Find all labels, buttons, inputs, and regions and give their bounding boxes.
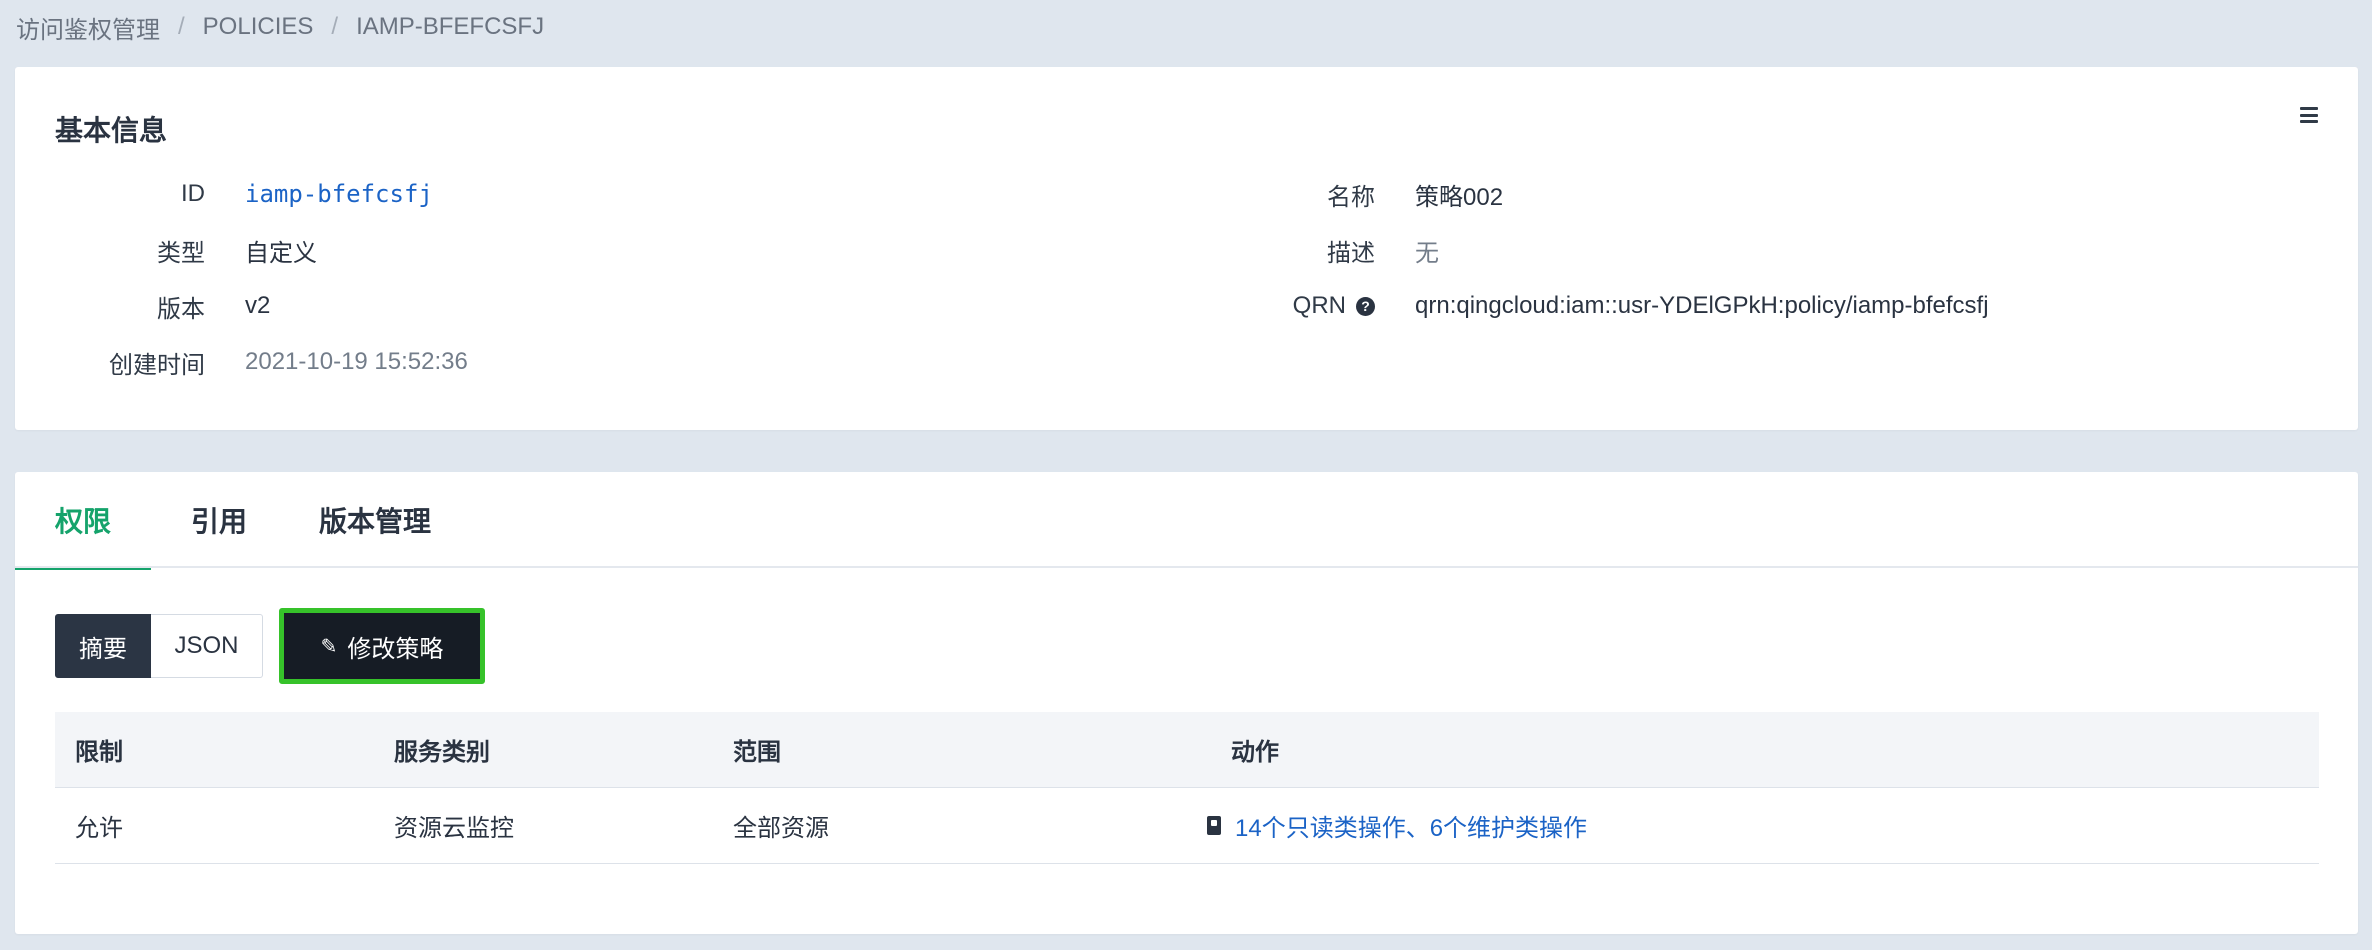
breadcrumb-item-policies[interactable]: POLICIES	[203, 13, 314, 41]
info-row-id: ID iamp-bfefcsfj	[15, 176, 433, 212]
breadcrumb-separator: /	[331, 13, 339, 40]
basic-info-card: 基本信息 ID iamp-bfefcsfj 类型 自定义 版本 v2 创建时间 …	[15, 67, 2358, 430]
actions-link[interactable]: 14个只读类操作、6个维护类操作	[1207, 808, 1587, 843]
menu-icon[interactable]	[2300, 107, 2318, 123]
policy-description-value: 无	[1415, 239, 1439, 267]
policy-type-value: 自定义	[245, 239, 317, 267]
permissions-toolbar: 摘要 JSON ✎ 修改策略	[55, 608, 485, 684]
column-header-scope: 范围	[733, 739, 781, 766]
info-row-created: 创建时间 2021-10-19 15:52:36	[15, 344, 468, 380]
table-header: 限制 服务类别 范围 动作	[55, 712, 2319, 788]
pencil-icon: ✎	[320, 635, 338, 658]
actions-link-label: 14个只读类操作、6个维护类操作	[1235, 815, 1588, 842]
breadcrumb-separator: /	[178, 13, 185, 40]
cell-scope: 全部资源	[733, 815, 829, 842]
info-row-name: 名称 策略002	[1015, 176, 1503, 212]
permissions-table: 限制 服务类别 范围 动作 允许 资源云监控 全部资源 14个只读类操作、6个维…	[55, 712, 2319, 864]
breadcrumb-item-iam[interactable]: 访问鉴权管理	[16, 10, 160, 45]
edit-policy-button[interactable]: ✎ 修改策略	[279, 608, 485, 684]
policy-name-value: 策略002	[1415, 183, 1504, 211]
tab-bar: 权限 引用 版本管理	[15, 472, 2358, 570]
info-row-qrn: QRN ? qrn:qingcloud:iam::usr-YDElGPkH:po…	[1015, 288, 1989, 324]
column-header-action: 动作	[1231, 739, 1279, 766]
column-header-limit: 限制	[75, 739, 123, 766]
info-label: ID	[181, 180, 205, 207]
created-time-value: 2021-10-19 15:52:36	[245, 348, 468, 375]
info-label: 创建时间	[109, 351, 205, 379]
breadcrumb: 访问鉴权管理 / POLICIES / IAMP-BFEFCSFJ	[16, 8, 544, 46]
info-row-version: 版本 v2	[15, 288, 270, 324]
cell-action: 14个只读类操作、6个维护类操作	[1207, 808, 2319, 843]
help-icon[interactable]: ?	[1356, 296, 1375, 316]
cell-service: 资源云监控	[394, 815, 514, 842]
summary-toggle-button[interactable]: 摘要	[55, 614, 151, 678]
policy-id-value: iamp-bfefcsfj	[245, 180, 433, 208]
basic-info-title: 基本信息	[55, 115, 168, 146]
permissions-card: 权限 引用 版本管理 摘要 JSON ✎ 修改策略 限制 服务类别 范围 动作 …	[15, 472, 2358, 934]
info-label: 名称	[1327, 183, 1375, 211]
breadcrumb-item-current: IAMP-BFEFCSFJ	[356, 13, 545, 40]
info-row-description: 描述 无	[1015, 232, 1439, 268]
cell-limit: 允许	[75, 815, 123, 842]
edit-policy-label: 修改策略	[347, 635, 444, 663]
info-label: QRN ?	[1015, 292, 1375, 320]
json-toggle-button[interactable]: JSON	[151, 614, 263, 678]
table-row: 允许 资源云监控 全部资源 14个只读类操作、6个维护类操作	[55, 788, 2319, 864]
book-icon	[1207, 816, 1221, 835]
info-row-type: 类型 自定义	[15, 232, 317, 268]
column-header-service: 服务类别	[394, 739, 490, 766]
info-label: 版本	[157, 295, 205, 323]
tab-permissions[interactable]: 权限	[15, 472, 151, 570]
info-label: 类型	[157, 239, 205, 267]
policy-version-value: v2	[245, 292, 271, 319]
tab-references[interactable]: 引用	[151, 472, 287, 568]
info-label: 描述	[1327, 239, 1375, 267]
qrn-value: qrn:qingcloud:iam::usr-YDElGPkH:policy/i…	[1415, 292, 1989, 319]
tab-version-management[interactable]: 版本管理	[281, 472, 469, 568]
